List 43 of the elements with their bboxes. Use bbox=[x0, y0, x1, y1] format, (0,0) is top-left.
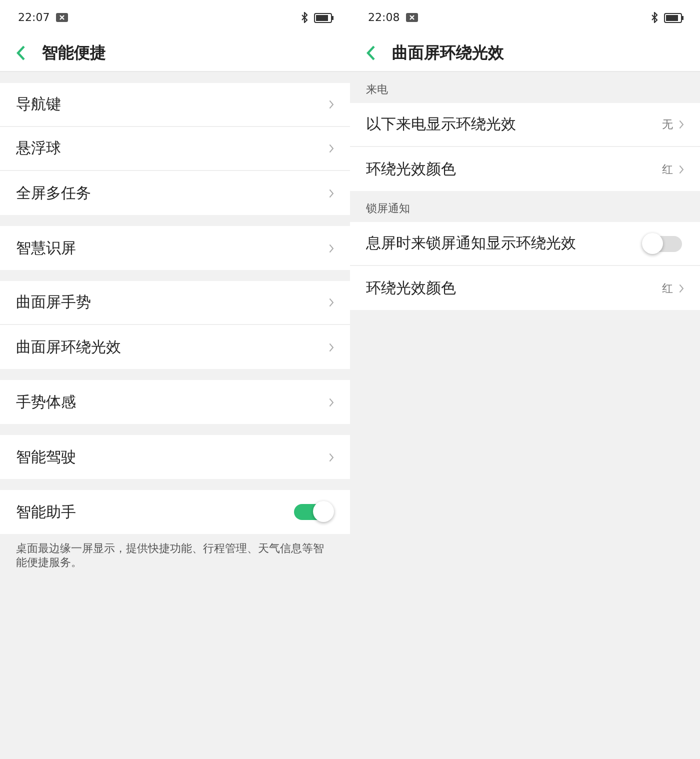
settings-row[interactable]: 环绕光效颜色 红 bbox=[350, 266, 700, 310]
bluetooth-icon bbox=[301, 12, 308, 23]
back-icon[interactable] bbox=[16, 45, 26, 61]
chevron-icon bbox=[329, 452, 334, 462]
settings-row[interactable]: 智能助手 bbox=[0, 490, 350, 534]
settings-row[interactable]: 智能驾驶 bbox=[0, 435, 350, 479]
chevron-icon bbox=[329, 144, 334, 153]
battery-icon bbox=[664, 12, 684, 22]
chevron-icon bbox=[329, 298, 334, 307]
settings-row[interactable]: 导航键 bbox=[0, 83, 350, 127]
settings-row[interactable]: 环绕光效颜色 红 bbox=[350, 147, 700, 191]
status-time: 22:08 bbox=[368, 11, 400, 24]
description-text: 桌面最边缘一屏显示，提供快捷功能、行程管理、天气信息等智能便捷服务。 bbox=[15, 541, 325, 571]
settings-row[interactable]: 手势体感 bbox=[0, 380, 350, 424]
chevron-icon bbox=[679, 284, 684, 292]
settings-row[interactable]: 曲面屏环绕光效 bbox=[0, 325, 350, 369]
chevron-icon bbox=[329, 244, 334, 252]
setting-value: 红 bbox=[662, 162, 673, 176]
status-time: 22:07 bbox=[18, 11, 50, 24]
chevron-icon bbox=[329, 188, 334, 198]
toggle-switch[interactable] bbox=[644, 236, 682, 252]
settings-row[interactable]: 智慧识屏 bbox=[0, 226, 350, 270]
notification-icon bbox=[56, 13, 68, 22]
notification-icon bbox=[406, 13, 418, 22]
settings-row[interactable]: 以下来电显示环绕光效 无 bbox=[350, 103, 700, 147]
battery-icon bbox=[314, 12, 334, 22]
bluetooth-icon bbox=[651, 12, 658, 23]
toggle-switch[interactable] bbox=[294, 504, 332, 520]
section-header: 来电 bbox=[365, 82, 389, 98]
page-title: 曲面屏环绕光效 bbox=[392, 42, 504, 64]
back-icon[interactable] bbox=[366, 45, 376, 61]
chevron-icon bbox=[329, 342, 334, 352]
section-header: 锁屏通知 bbox=[365, 201, 411, 217]
chevron-icon bbox=[679, 120, 684, 129]
page-title: 智能便捷 bbox=[42, 42, 106, 64]
settings-row[interactable]: 曲面屏手势 bbox=[0, 281, 350, 325]
settings-row[interactable]: 全屏多任务 bbox=[0, 171, 350, 215]
chevron-icon bbox=[679, 164, 684, 174]
chevron-icon bbox=[329, 100, 334, 109]
setting-value: 红 bbox=[662, 280, 673, 296]
setting-value: 无 bbox=[662, 117, 673, 132]
settings-row[interactable]: 息屏时来锁屏通知显示环绕光效 bbox=[350, 222, 700, 266]
chevron-icon bbox=[329, 398, 334, 406]
